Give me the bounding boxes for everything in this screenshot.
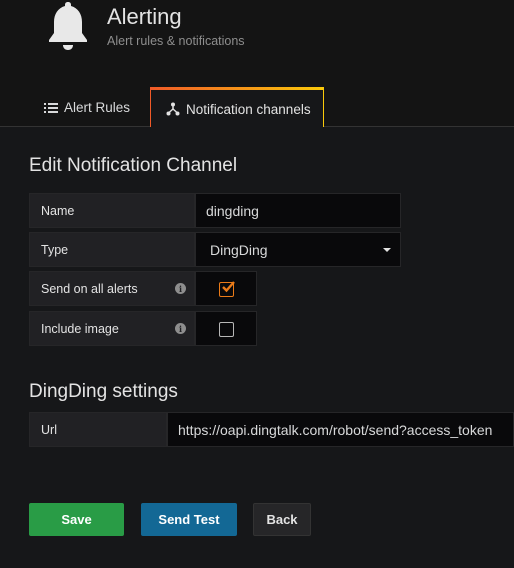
back-button[interactable]: Back (253, 503, 311, 536)
info-icon[interactable]: i (175, 283, 186, 294)
send-all-label: Send on all alerts i (29, 271, 195, 306)
tab-alert-rules-label: Alert Rules (64, 100, 131, 115)
tab-notification-channels-label: Notification channels (186, 101, 311, 117)
tab-alert-rules[interactable]: Alert Rules (44, 87, 130, 128)
include-image-label: Include image i (29, 311, 195, 346)
page-subtitle: Alert rules & notifications (107, 34, 245, 48)
tab-notification-channels[interactable]: Notification channels (150, 87, 324, 129)
dingding-settings-title: DingDing settings (29, 381, 178, 402)
name-input[interactable]: dingding (195, 193, 401, 228)
share-nodes-icon (166, 102, 180, 116)
type-label-text: Type (41, 242, 69, 257)
include-image-checkbox[interactable] (219, 322, 234, 337)
type-select-value: DingDing (210, 241, 268, 258)
url-label-text: Url (41, 422, 57, 437)
include-image-label-text: Include image (41, 321, 119, 336)
bell-icon (49, 2, 87, 50)
page: Alerting Alert rules & notifications Ale… (0, 0, 514, 568)
include-image-checkbox-container (195, 311, 257, 346)
name-input-value: dingding (206, 202, 259, 219)
url-input[interactable]: https://oapi.dingtalk.com/robot/send?acc… (167, 412, 514, 447)
caret-down-icon (383, 248, 391, 252)
name-label-text: Name (41, 203, 75, 218)
page-header: Alerting Alert rules & notifications Ale… (0, 0, 514, 129)
send-test-button[interactable]: Send Test (141, 503, 237, 536)
url-input-value: https://oapi.dingtalk.com/robot/send?acc… (178, 421, 493, 438)
send-all-checkbox-container (195, 271, 257, 306)
page-title: Alerting (107, 4, 182, 29)
name-label: Name (29, 193, 195, 228)
send-all-label-text: Send on all alerts (41, 281, 138, 296)
info-icon[interactable]: i (175, 323, 186, 334)
edit-channel-title: Edit Notification Channel (29, 155, 238, 176)
save-button[interactable]: Save (29, 503, 124, 536)
send-all-checkbox[interactable] (219, 281, 235, 297)
type-select[interactable]: DingDing (195, 232, 401, 267)
type-label: Type (29, 232, 195, 267)
list-icon (44, 102, 58, 113)
url-label: Url (29, 412, 167, 447)
checkmark-icon (222, 281, 235, 293)
